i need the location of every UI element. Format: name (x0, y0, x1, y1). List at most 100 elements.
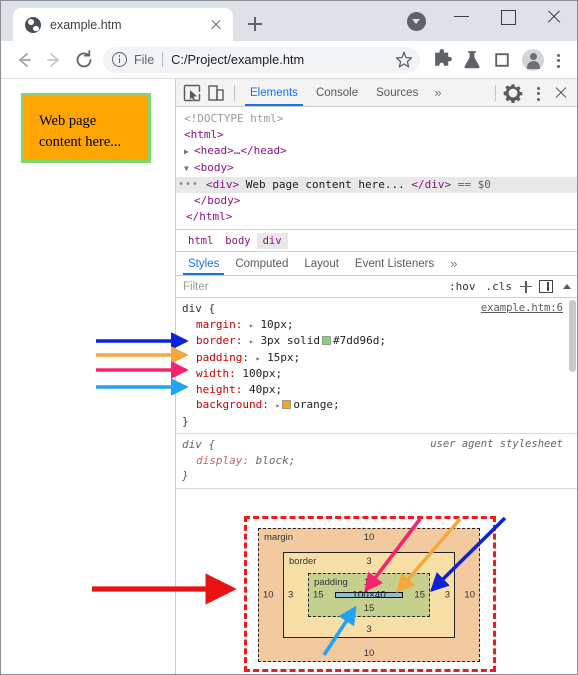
globe-icon (25, 16, 41, 33)
address-bar[interactable]: File C:/Project/example.htm (103, 46, 420, 73)
css-declaration-padding[interactable]: padding: ▸ 15px; (182, 350, 577, 367)
tab-elements[interactable]: Elements (241, 79, 307, 106)
breadcrumb: html body div (176, 230, 577, 252)
dom-html-close-text: </html> (186, 210, 233, 223)
css-declaration-border[interactable]: border: ▸ 3px solid #7dd96d; (182, 333, 577, 350)
expand-arrow-icon[interactable]: ▸ (249, 321, 254, 330)
css-declaration-width[interactable]: width: 100px; (182, 366, 577, 382)
browser-menu-icon[interactable] (547, 46, 569, 74)
color-swatch[interactable] (322, 336, 332, 345)
toggle-sidebar-icon[interactable] (539, 280, 553, 293)
tab-layout[interactable]: Layout (296, 252, 347, 275)
filter-input[interactable]: Filter (183, 281, 444, 293)
close-window-button[interactable] (531, 1, 577, 31)
expand-arrow-icon[interactable]: ▶ (184, 144, 194, 160)
expand-arrow-icon[interactable]: ▸ (275, 401, 280, 410)
dom-div-close-tag: </div> (411, 178, 452, 191)
breadcrumb-item-html[interactable]: html (182, 233, 219, 249)
dom-line-body-close[interactable]: </body> (176, 193, 577, 209)
dom-body-text: <body> (194, 161, 234, 174)
device-toolbar-icon[interactable] (204, 81, 228, 105)
margin-right-value[interactable]: 10 (464, 590, 475, 601)
css-declaration-background[interactable]: background: ▸ orange; (182, 397, 577, 414)
cls-button[interactable]: .cls (481, 280, 518, 293)
css-declaration-height[interactable]: height: 40px; (182, 382, 577, 398)
download-indicator-icon[interactable] (407, 12, 426, 31)
dom-line-div-selected[interactable]: ••• <div> Web page content here... </div>… (176, 177, 577, 193)
reload-button[interactable] (69, 45, 99, 75)
gear-icon[interactable] (502, 82, 524, 104)
url-text[interactable]: C:/Project/example.htm (171, 52, 392, 67)
page-content-div: Web page content here... (21, 93, 151, 163)
border-bottom-value[interactable]: 3 (284, 624, 454, 635)
devtools-tabs: Elements Console Sources » (241, 79, 449, 106)
border-left-value[interactable]: 3 (288, 590, 293, 601)
more-node-options-icon[interactable]: ••• (178, 177, 199, 193)
box-model-margin[interactable]: margin 10 10 10 10 border 3 3 3 3 paddin… (258, 528, 480, 662)
padding-right-value[interactable]: 15 (414, 590, 425, 601)
box-model-content[interactable]: 100×40 (335, 590, 403, 601)
padding-bottom-value[interactable]: 15 (309, 603, 429, 614)
side-panel-icon[interactable] (488, 46, 516, 74)
minimize-button[interactable] (439, 1, 485, 31)
margin-left-value[interactable]: 10 (263, 590, 274, 601)
box-model-padding[interactable]: padding 15 15 15 15 100×40 (308, 573, 430, 617)
expand-arrow-icon[interactable]: ▸ (249, 337, 254, 346)
tab-event-listeners[interactable]: Event Listeners (347, 252, 442, 275)
css-rule-user-agent: div { user agent stylesheet display: blo… (176, 434, 577, 489)
dom-line-head[interactable]: ▶ <head>…</head> (176, 143, 577, 160)
forward-button[interactable] (39, 45, 69, 75)
border-top-value[interactable]: 3 (284, 556, 454, 567)
dom-line-html-close[interactable]: </html> (176, 209, 577, 225)
padding-top-value[interactable]: 15 (309, 577, 429, 588)
puzzle-icon[interactable] (428, 46, 456, 74)
margin-top-value[interactable]: 10 (259, 532, 479, 543)
css-declaration-display[interactable]: display: block; (182, 453, 577, 469)
dom-line-body[interactable]: ▼ <body> (176, 160, 577, 177)
flask-icon[interactable] (458, 46, 486, 74)
inspect-element-icon[interactable] (180, 81, 204, 105)
devtools-menu-icon[interactable] (527, 79, 549, 107)
breadcrumb-item-div[interactable]: div (256, 232, 288, 249)
css-property-value: 10px; (260, 317, 294, 331)
dom-line-html[interactable]: <html> (176, 127, 577, 143)
more-style-tabs-icon[interactable]: » (442, 252, 465, 275)
styles-filter-row: Filter :hov .cls (176, 276, 577, 298)
css-source-link[interactable]: example.htm:6 (481, 301, 563, 317)
css-property-name: border: (196, 334, 243, 347)
hov-button[interactable]: :hov (444, 280, 481, 293)
tab-close-icon[interactable] (207, 16, 225, 34)
collapse-arrow-icon[interactable]: ▼ (184, 161, 194, 177)
divider (495, 84, 496, 101)
new-style-rule-button[interactable] (517, 278, 535, 296)
content-size-value[interactable]: 100×40 (352, 590, 386, 601)
css-source-label: user agent stylesheet (430, 438, 563, 450)
css-declaration-margin[interactable]: margin: ▸ 10px; (182, 317, 577, 334)
tab-sources[interactable]: Sources (367, 79, 427, 106)
star-icon[interactable] (392, 48, 416, 72)
border-right-value[interactable]: 3 (445, 590, 450, 601)
profile-avatar[interactable] (522, 48, 544, 71)
margin-bottom-value[interactable]: 10 (259, 648, 479, 659)
padding-left-value[interactable]: 15 (313, 590, 324, 601)
browser-tab[interactable]: example.htm (13, 8, 233, 41)
tab-console[interactable]: Console (307, 79, 367, 106)
css-rules-pane: div { example.htm:6 margin: ▸ 10px; bord… (176, 298, 577, 512)
styles-tabs: Styles Computed Layout Event Listeners » (176, 252, 577, 276)
close-devtools-icon[interactable] (549, 81, 573, 105)
color-swatch[interactable] (282, 400, 292, 409)
maximize-button[interactable] (485, 1, 531, 31)
more-tabs-icon[interactable]: » (427, 79, 448, 106)
back-button[interactable] (9, 45, 39, 75)
box-model-border[interactable]: border 3 3 3 3 padding 15 15 15 15 100×4… (283, 552, 455, 638)
dom-line-doctype[interactable]: <!DOCTYPE html> (176, 111, 577, 127)
css-rule-author: div { example.htm:6 margin: ▸ 10px; bord… (176, 298, 577, 434)
breadcrumb-item-body[interactable]: body (219, 233, 256, 249)
new-tab-button[interactable] (241, 10, 269, 38)
scroll-up-icon[interactable] (560, 278, 574, 296)
page-content-line-1: Web page (39, 113, 97, 129)
expand-arrow-icon[interactable]: ▸ (256, 354, 261, 363)
site-info-icon[interactable] (112, 52, 127, 67)
tab-computed[interactable]: Computed (227, 252, 296, 275)
tab-styles[interactable]: Styles (180, 252, 227, 275)
